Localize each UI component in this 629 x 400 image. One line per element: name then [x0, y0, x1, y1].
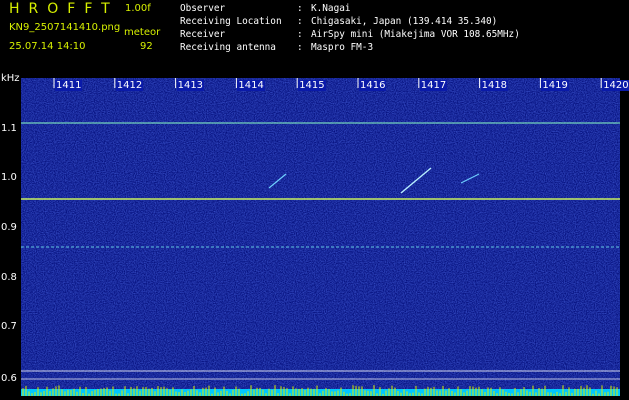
y-tick-label: 0.8 [1, 272, 17, 283]
filename-label: KN9_2507141410.png [9, 22, 121, 33]
station-key: Observer [180, 3, 226, 14]
station-value: Maspro FM-3 [311, 42, 374, 53]
meteor-count: 92 [140, 41, 153, 52]
y-tick-label: 0.7 [1, 321, 17, 332]
station-row: Receiving Location: Chigasaki, Japan (139… [180, 16, 498, 27]
y-tick-label: 0.9 [1, 222, 17, 233]
station-row: Receiver: AirSpy mini (Miakejima VOR 108.… [180, 29, 520, 40]
speck-layer [21, 78, 620, 396]
x-tick-label: 1415 [298, 80, 326, 91]
station-row: Receiving antenna: Maspro FM-3 [180, 42, 374, 53]
y-tick-label: 1.0 [1, 172, 17, 183]
x-tick-label: 1414 [237, 80, 265, 91]
x-tick-label: 1419 [541, 80, 569, 91]
station-key: Receiver [180, 29, 226, 40]
header-panel: HROFFT 1.00f KN9_2507141410.png 25.07.14… [0, 0, 629, 76]
y-tick-label: 1.1 [1, 123, 17, 134]
x-tick-label: 1416 [359, 80, 387, 91]
spectrogram [21, 78, 620, 396]
y-tick-label: 0.6 [1, 373, 17, 384]
x-tick-label: 1412 [115, 80, 144, 91]
x-tick-label: 1418 [480, 80, 509, 91]
station-value: AirSpy mini (Miakejima VOR 108.65MHz) [311, 29, 520, 40]
x-tick-label: 1413 [176, 80, 205, 91]
spectrogram-svg [21, 78, 620, 396]
app-title: HROFFT [9, 1, 119, 17]
x-tick-label: 1411 [55, 80, 83, 91]
unit-label: kHz [1, 73, 20, 84]
version-label: 1.00f [125, 3, 151, 14]
station-info: Observer: K.Nagai Receiving Location: Chig… [180, 2, 520, 54]
x-tick-label: 1417 [419, 80, 448, 91]
station-value: K.Nagai [311, 3, 351, 14]
station-key: Receiving Location [180, 16, 282, 27]
meteor-label: meteor [124, 27, 161, 38]
station-value: Chigasaki, Japan (139.414 35.340) [311, 16, 498, 27]
station-row: Observer: K.Nagai [180, 3, 351, 14]
x-tick-label: 1420 [602, 80, 629, 91]
station-key: Receiving antenna [180, 42, 276, 53]
datetime-label: 25.07.14 14:10 [9, 41, 86, 52]
